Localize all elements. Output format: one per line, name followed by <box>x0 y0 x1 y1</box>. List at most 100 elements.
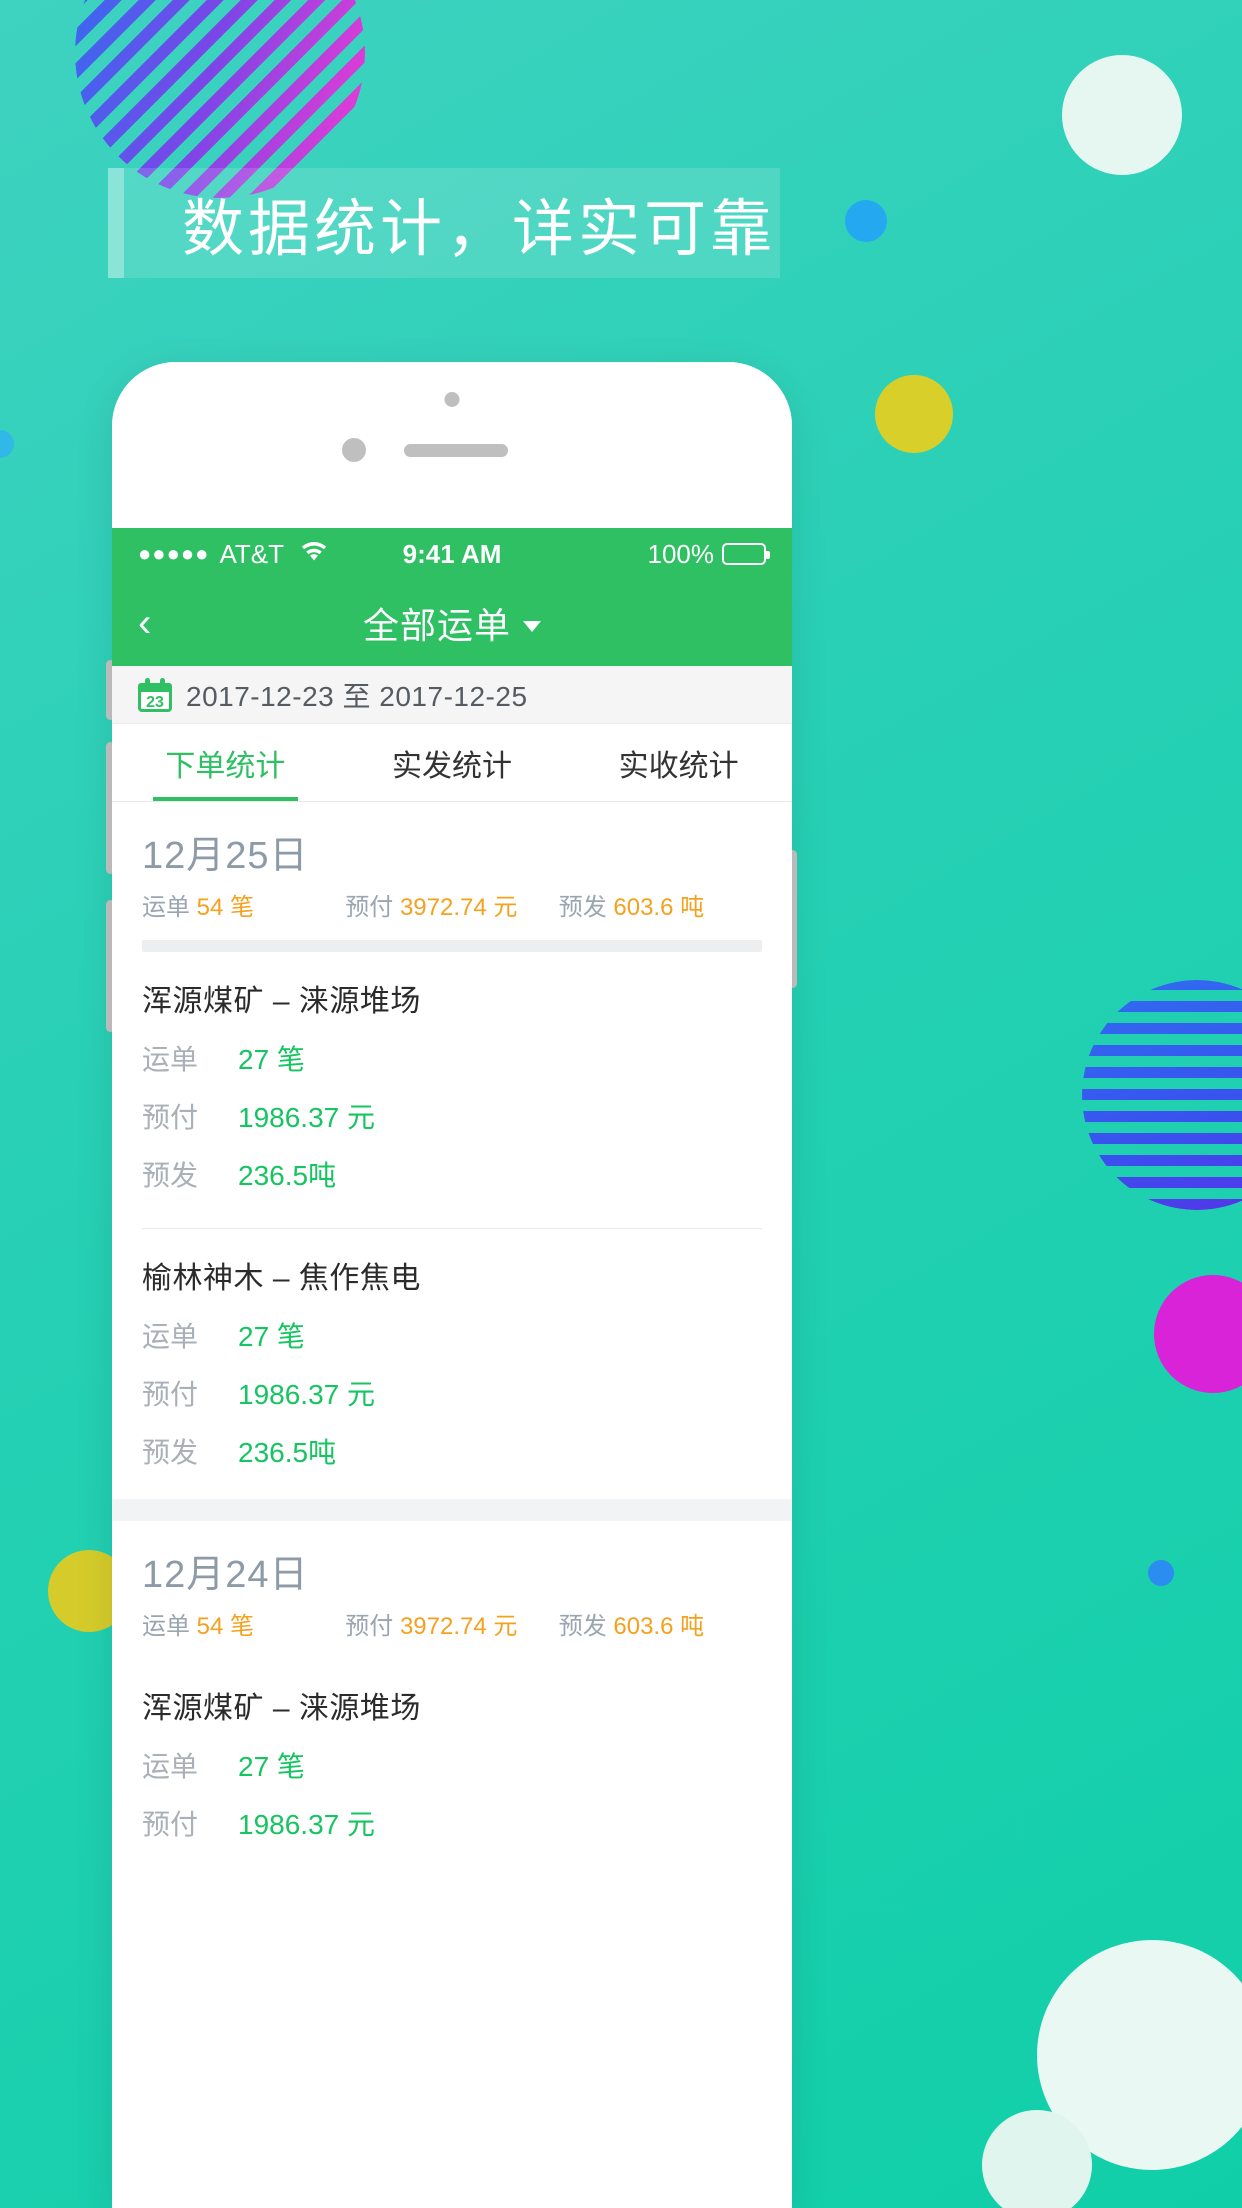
route-title: 浑源煤矿 – 涞源堆场 <box>142 985 421 1018</box>
route-detail-label: 预付 <box>142 1102 199 1133</box>
summary-item-tonnage: 预发 603.6 吨 <box>559 887 762 922</box>
route-title: 浑源煤矿 – 涞源堆场 <box>142 1692 421 1725</box>
route-item[interactable]: 榆林神木 – 焦作焦电 运单 27 笔 预付 1986.37 元 预发 236.… <box>112 1229 792 1499</box>
route-detail-label: 预发 <box>142 1160 199 1191</box>
route-title: 榆林神木 – 焦作焦电 <box>142 1262 421 1295</box>
route-detail-label: 运单 <box>142 1751 199 1782</box>
proximity-sensor-icon <box>342 438 366 462</box>
route-detail-label: 运单 <box>142 1044 199 1075</box>
tab-received-statistics[interactable]: 实收统计 <box>565 724 792 801</box>
battery-icon <box>722 543 771 565</box>
status-bar: ●●●●● AT&T 9:41 AM 100% <box>112 528 792 580</box>
day-date-heading: 12月24日 <box>142 1554 309 1596</box>
summary-unit: 笔 <box>230 894 255 921</box>
route-item[interactable]: 浑源煤矿 – 涞源堆场 运单 27 笔 预付 1986.37 元 <box>112 1659 792 1871</box>
circle-decoration-yellow-upper <box>875 375 953 453</box>
summary-label: 预付 <box>345 1613 394 1640</box>
summary-value: 3972.74 <box>399 1613 487 1640</box>
route-item[interactable]: 浑源煤矿 – 涞源堆场 运单 27 笔 预付 1986.37 元 预发 236.… <box>112 952 792 1222</box>
wifi-icon <box>300 539 328 570</box>
summary-value: 54 <box>196 894 224 921</box>
earpiece-speaker <box>404 444 508 457</box>
route-detail-value: 236.5吨 <box>238 1160 337 1191</box>
summary-label: 预付 <box>345 894 394 921</box>
route-detail-line: 预付 1986.37 元 <box>142 1803 762 1843</box>
circle-decoration-magenta <box>1154 1275 1242 1393</box>
circle-decoration-blue-small <box>845 200 887 242</box>
summary-value: 3972.74 <box>399 894 487 921</box>
tab-label: 实收统计 <box>618 749 739 783</box>
route-detail-label: 运单 <box>142 1321 199 1352</box>
headline-accent-bar <box>108 168 124 278</box>
route-detail-value: 27 笔 <box>238 1044 305 1075</box>
summary-value: 603.6 <box>613 1613 674 1640</box>
summary-item-tonnage: 预发 603.6 吨 <box>559 1606 762 1641</box>
back-chevron-icon[interactable]: ‹ <box>138 603 184 643</box>
summary-label: 预发 <box>558 1613 607 1640</box>
promo-headline-band: 数据统计，详实可靠 <box>108 168 780 278</box>
route-detail-line: 预发 236.5吨 <box>142 1431 762 1471</box>
date-range-filter[interactable]: 23 2017-12-23 至 2017-12-25 <box>112 666 792 724</box>
route-detail-value: 1986.37 元 <box>238 1379 375 1410</box>
day-block: 12月25日 运单 54 笔 预付 3972.74 元 预发 603.6 吨 浑… <box>112 802 792 1499</box>
summary-value: 54 <box>196 1613 224 1640</box>
summary-item-orders: 运单 54 笔 <box>142 887 345 922</box>
striped-circle-decoration-right <box>1082 980 1242 1210</box>
tab-label: 实发统计 <box>392 749 512 783</box>
day-date-heading: 12月25日 <box>142 835 309 877</box>
battery-percent-label: 100% <box>647 538 715 569</box>
statistics-list[interactable]: 12月25日 运单 54 笔 预付 3972.74 元 预发 603.6 吨 浑… <box>112 802 792 1871</box>
day-summary-row: 运单 54 笔 预付 3972.74 元 预发 603.6 吨 <box>112 887 792 940</box>
route-detail-value: 27 笔 <box>238 1321 305 1352</box>
status-bar-left: ●●●●● AT&T <box>138 539 403 570</box>
calendar-icon-day: 23 <box>146 693 164 711</box>
circle-decoration-white-top-right <box>1062 55 1182 175</box>
summary-label: 运单 <box>142 894 190 921</box>
summary-label: 预发 <box>558 894 607 921</box>
date-range-label: 2017-12-23 至 2017-12-25 <box>186 680 528 712</box>
phone-mockup: ●●●●● AT&T 9:41 AM 100% ‹ 全部运单 23 2017-1… <box>112 362 792 2208</box>
signal-strength-icon: ●●●●● <box>138 541 210 566</box>
front-camera-icon <box>444 392 460 407</box>
circle-decoration-left-edge-dot <box>0 430 14 458</box>
route-detail-value: 27 笔 <box>238 1751 305 1782</box>
route-detail-line: 运单 27 笔 <box>142 1038 762 1078</box>
summary-value: 603.6 <box>613 894 674 921</box>
route-detail-value: 1986.37 元 <box>238 1809 375 1840</box>
summary-item-prepaid: 预付 3972.74 元 <box>345 887 558 922</box>
tab-order-statistics[interactable]: 下单统计 <box>112 724 339 801</box>
route-detail-label: 预发 <box>142 1437 199 1468</box>
summary-unit: 吨 <box>680 894 705 921</box>
summary-unit: 笔 <box>230 1613 255 1640</box>
route-detail-label: 预付 <box>142 1809 199 1840</box>
navigation-bar: ‹ 全部运单 <box>112 580 792 666</box>
page-title[interactable]: 全部运单 <box>363 597 511 649</box>
day-section-gap <box>112 1499 792 1521</box>
route-detail-value: 236.5吨 <box>238 1437 337 1468</box>
route-detail-line: 预发 236.5吨 <box>142 1154 762 1194</box>
chevron-down-icon[interactable] <box>523 620 541 632</box>
summary-divider <box>142 940 762 952</box>
summary-label: 运单 <box>142 1613 190 1640</box>
route-detail-value: 1986.37 元 <box>238 1102 375 1133</box>
day-block: 12月24日 运单 54 笔 预付 3972.74 元 预发 603.6 吨 浑… <box>112 1521 792 1871</box>
statistics-tab-bar: 下单统计 实发统计 实收统计 <box>112 724 792 802</box>
summary-unit: 元 <box>493 1613 518 1640</box>
navigation-title-group: 全部运单 <box>112 597 792 649</box>
phone-top-bezel <box>112 362 792 528</box>
summary-unit: 元 <box>493 894 518 921</box>
tab-label: 下单统计 <box>165 749 286 783</box>
route-detail-line: 运单 27 笔 <box>142 1745 762 1785</box>
promo-headline-text: 数据统计，详实可靠 <box>182 195 777 264</box>
app-screen: ●●●●● AT&T 9:41 AM 100% ‹ 全部运单 23 2017-1… <box>112 528 792 1871</box>
route-detail-line: 预付 1986.37 元 <box>142 1373 762 1413</box>
route-detail-label: 预付 <box>142 1379 199 1410</box>
day-summary-row: 运单 54 笔 预付 3972.74 元 预发 603.6 吨 <box>112 1606 792 1659</box>
status-bar-right: 100% <box>501 538 771 570</box>
summary-item-orders: 运单 54 笔 <box>142 1606 345 1641</box>
circle-decoration-blue-dot <box>1148 1560 1174 1586</box>
carrier-label: AT&T <box>219 538 284 569</box>
summary-item-prepaid: 预付 3972.74 元 <box>345 1606 558 1641</box>
route-detail-line: 运单 27 笔 <box>142 1315 762 1355</box>
tab-shipped-statistics[interactable]: 实发统计 <box>339 724 566 801</box>
